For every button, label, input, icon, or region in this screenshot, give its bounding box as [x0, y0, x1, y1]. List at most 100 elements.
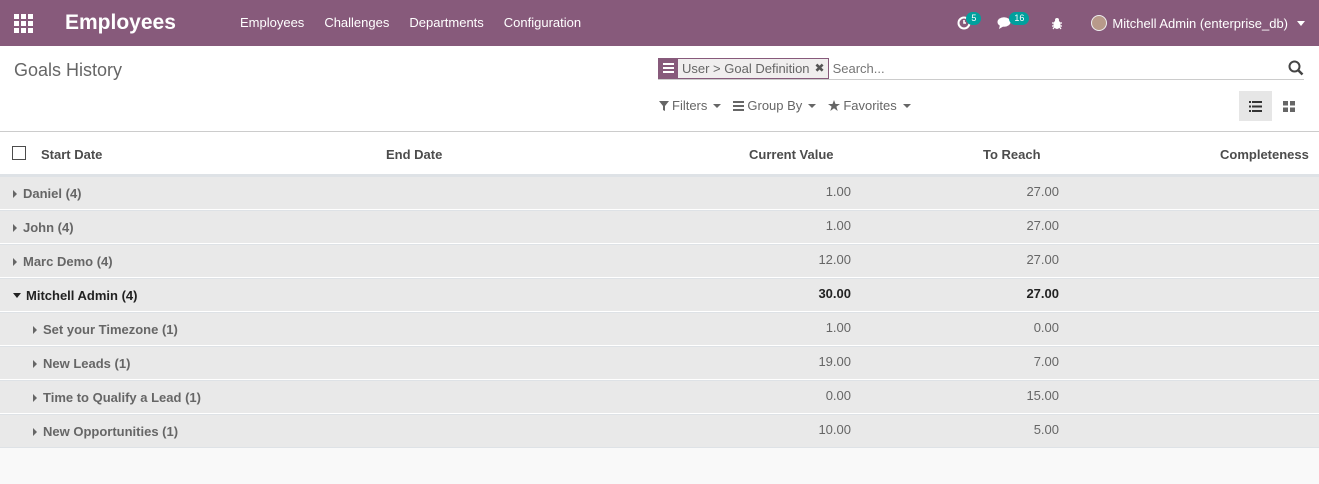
search-input[interactable] — [832, 60, 1304, 76]
group-title: Daniel (4) — [23, 186, 82, 201]
filter-icon — [659, 100, 669, 111]
current-value-cell: 1.00 — [825, 320, 851, 335]
subgroup-label: New Opportunities (1) — [33, 424, 178, 439]
subgroup-title: Set your Timezone (1) — [43, 322, 178, 337]
user-name: Mitchell Admin (enterprise_db) — [1112, 15, 1288, 31]
page-title: Goals History — [14, 60, 123, 80]
user-menu[interactable]: Mitchell Admin (enterprise_db) — [1091, 15, 1305, 31]
apps-grid-icon — [13, 13, 33, 33]
caret-right-icon — [13, 223, 17, 232]
kanban-view-button[interactable] — [1272, 91, 1305, 121]
search-options: Filters Group By Favorites — [659, 98, 923, 113]
column-end-date[interactable]: End Date — [386, 147, 442, 162]
current-value-cell: 1.00 — [825, 218, 851, 233]
favorites-button[interactable]: Favorites — [828, 98, 911, 113]
subgroup-title: New Leads (1) — [43, 356, 131, 371]
filters-button[interactable]: Filters — [659, 98, 722, 113]
to-reach-cell: 15.00 — [1026, 388, 1059, 403]
current-value-cell: 12.00 — [818, 252, 851, 267]
current-value-cell: 19.00 — [818, 354, 851, 369]
subgroup-label: Time to Qualify a Lead (1) — [33, 390, 201, 405]
group-title: Marc Demo (4) — [23, 254, 113, 269]
subgroup-row[interactable]: New Opportunities (1) 10.00 5.00 — [0, 414, 1319, 448]
chevron-down-icon — [808, 103, 817, 108]
to-reach-cell: 27.00 — [1026, 184, 1059, 199]
caret-right-icon — [13, 189, 17, 198]
goals-list: Start Date End Date Current Value To Rea… — [0, 132, 1319, 448]
subgroup-title: Time to Qualify a Lead (1) — [43, 390, 201, 405]
caret-right-icon — [33, 325, 37, 334]
star-icon — [828, 100, 841, 111]
favorites-label: Favorites — [843, 98, 897, 113]
select-all-checkbox[interactable] — [12, 146, 26, 160]
debug-menu[interactable] — [1051, 0, 1063, 46]
list-view-button[interactable] — [1239, 91, 1272, 121]
chevron-down-icon — [713, 103, 722, 108]
subgroup-row[interactable]: New Leads (1) 19.00 7.00 — [0, 346, 1319, 380]
top-navbar: Employees Employees Challenges Departmen… — [0, 0, 1319, 46]
subgroup-row[interactable]: Set your Timezone (1) 1.00 0.00 — [0, 312, 1319, 346]
to-reach-cell: 7.00 — [1033, 354, 1059, 369]
subgroup-label: New Leads (1) — [33, 356, 130, 371]
groupby-facet-icon — [659, 58, 678, 78]
to-reach-cell: 27.00 — [1026, 218, 1059, 233]
caret-right-icon — [33, 393, 37, 402]
activity-badge: 5 — [966, 12, 982, 25]
main-menu: Employees Challenges Departments Configu… — [230, 0, 591, 46]
app-title[interactable]: Employees — [65, 11, 230, 35]
avatar — [1091, 15, 1108, 31]
search-icon[interactable] — [1288, 60, 1304, 76]
menu-item-configuration[interactable]: Configuration — [494, 0, 591, 46]
column-current-value[interactable]: Current Value — [749, 147, 834, 162]
current-value-cell: 1.00 — [825, 184, 851, 199]
bug-icon — [1052, 17, 1063, 29]
caret-right-icon — [33, 359, 37, 368]
group-title: Mitchell Admin (4) — [26, 288, 138, 303]
view-switcher — [1239, 91, 1305, 121]
subgroup-row[interactable]: Time to Qualify a Lead (1) 0.00 15.00 — [0, 380, 1319, 414]
list-bars-icon — [733, 100, 745, 111]
column-start-date[interactable]: Start Date — [41, 147, 102, 162]
facet-value: User > Goal Definition — [682, 60, 810, 76]
group-title: John (4) — [23, 220, 74, 235]
to-reach-cell: 0.00 — [1033, 320, 1059, 335]
remove-facet-icon[interactable]: ✖ — [814, 59, 828, 78]
to-reach-cell: 5.00 — [1033, 422, 1059, 437]
group-row[interactable]: Marc Demo (4) 12.00 27.00 — [0, 244, 1319, 278]
group-row[interactable]: John (4) 1.00 27.00 — [0, 210, 1319, 244]
messaging-menu[interactable]: 16 — [997, 0, 1030, 46]
filters-label: Filters — [672, 98, 708, 113]
groupby-label: Group By — [747, 98, 803, 113]
groupby-button[interactable]: Group By — [733, 98, 817, 113]
group-row-expanded[interactable]: Mitchell Admin (4) 30.00 27.00 — [0, 278, 1319, 312]
messages-badge: 16 — [1009, 12, 1030, 25]
menu-item-challenges[interactable]: Challenges — [314, 0, 399, 46]
subgroup-label: Set your Timezone (1) — [33, 322, 178, 337]
activity-menu[interactable]: 5 — [957, 0, 982, 46]
current-value-cell: 0.00 — [825, 388, 851, 403]
group-label: Mitchell Admin (4) — [13, 288, 137, 303]
table-header: Start Date End Date Current Value To Rea… — [0, 132, 1319, 176]
apps-menu-button[interactable] — [0, 0, 46, 46]
caret-down-icon — [13, 293, 21, 298]
search-facet[interactable]: User > Goal Definition ✖ — [658, 57, 829, 79]
list-icon — [1249, 100, 1262, 112]
caret-right-icon — [33, 427, 37, 436]
to-reach-cell: 27.00 — [1026, 252, 1059, 267]
group-label: John (4) — [13, 220, 74, 235]
to-reach-cell: 27.00 — [1026, 286, 1059, 301]
search-bar: User > Goal Definition ✖ — [658, 57, 1304, 80]
current-value-cell: 30.00 — [818, 286, 851, 301]
menu-item-departments[interactable]: Departments — [399, 0, 493, 46]
column-completeness[interactable]: Completeness — [1220, 147, 1309, 162]
group-row[interactable]: Daniel (4) 1.00 27.00 — [0, 176, 1319, 210]
group-label: Marc Demo (4) — [13, 254, 113, 269]
chevron-down-icon — [1297, 20, 1305, 26]
current-value-cell: 10.00 — [818, 422, 851, 437]
chevron-down-icon — [902, 103, 911, 108]
subgroup-title: New Opportunities (1) — [43, 424, 179, 439]
column-to-reach[interactable]: To Reach — [983, 147, 1041, 162]
systray: 5 16 Mitchell Admin (enterprise_db) — [939, 0, 1305, 46]
menu-item-employees[interactable]: Employees — [230, 0, 314, 46]
caret-right-icon — [13, 257, 17, 266]
